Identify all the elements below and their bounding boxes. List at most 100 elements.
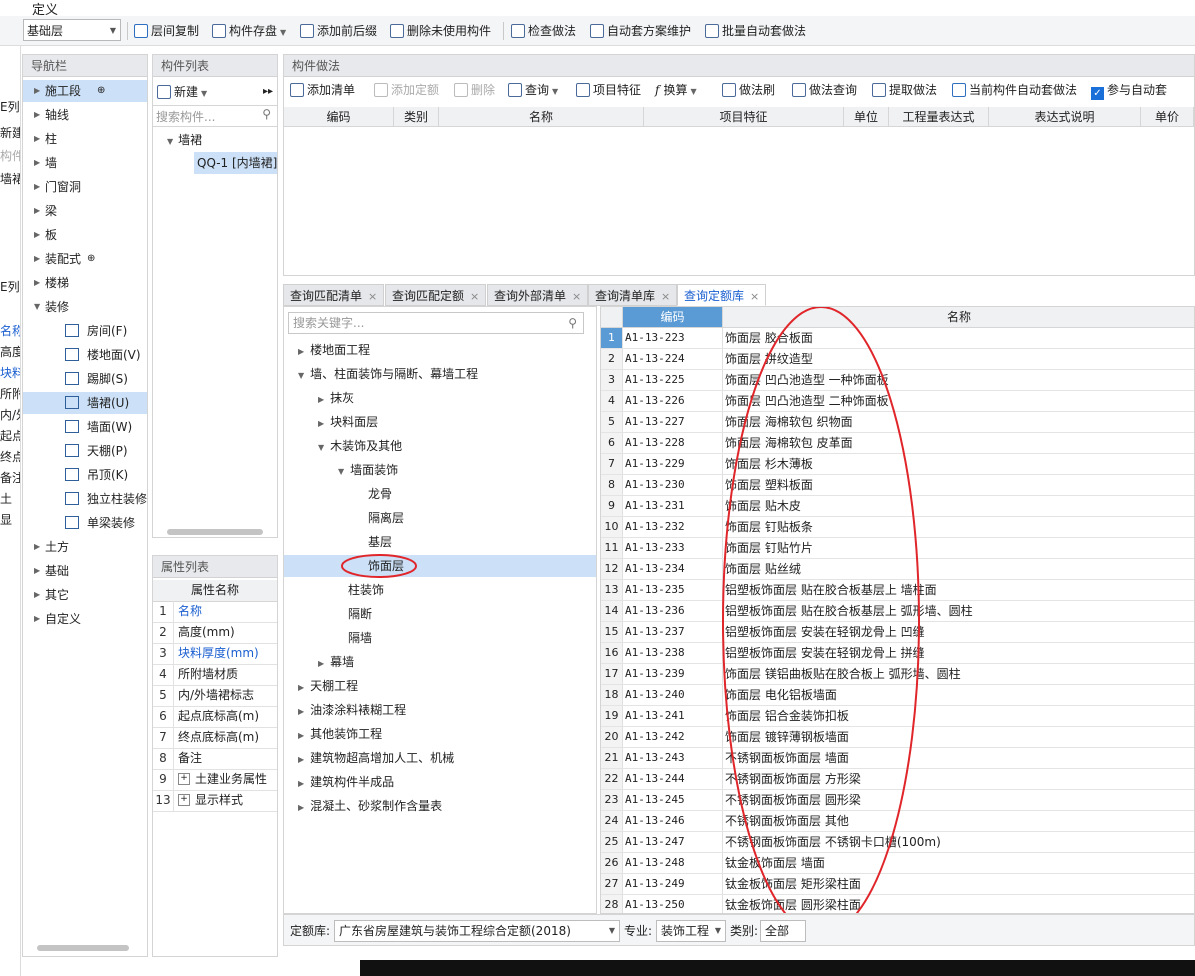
tree-node[interactable]: ▼ 墙面装饰: [338, 459, 398, 481]
nav-item-wall[interactable]: ▶ 墙: [23, 152, 147, 174]
nav-scrollbar[interactable]: [37, 945, 129, 951]
column-header[interactable]: 类别: [394, 107, 439, 127]
nav-item-custom[interactable]: ▶ 自定义: [23, 608, 147, 630]
delete-unused-button[interactable]: 删除未使用构件: [390, 22, 491, 40]
property-row[interactable]: 2 高度(mm): [153, 622, 277, 644]
nav-item-stairs[interactable]: ▶ 楼梯: [23, 272, 147, 294]
column-header[interactable]: 名称: [439, 107, 644, 127]
tree-node[interactable]: ▶ 幕墙: [318, 651, 354, 673]
column-header[interactable]: 表达式说明: [989, 107, 1141, 127]
type-select[interactable]: 全部: [760, 920, 806, 942]
batch-auto-apply-button[interactable]: 批量自动套做法: [705, 22, 806, 40]
extract-method-button[interactable]: 提取做法: [872, 79, 937, 101]
component-list-scrollbar[interactable]: [167, 529, 263, 535]
tree-node[interactable]: ▶ 混凝土、砂浆制作含量表: [298, 795, 442, 817]
nav-item-decoration[interactable]: ▼ 装修: [23, 296, 147, 318]
participate-auto-checkbox[interactable]: ✓ 参与自动套: [1091, 79, 1167, 101]
tree-leaf[interactable]: 隔墙: [348, 627, 372, 649]
nav-item-door-window[interactable]: ▶ 门窗洞: [23, 176, 147, 198]
nav-sub-column-decoration[interactable]: 独立柱装修: [23, 488, 147, 510]
close-icon[interactable]: ×: [470, 290, 479, 303]
property-row-expandable[interactable]: 13 + 显示样式: [153, 790, 277, 812]
close-icon[interactable]: ×: [368, 290, 377, 303]
new-component-button[interactable]: 新建 ▼: [157, 82, 207, 102]
more-icon[interactable]: ▸▸: [263, 82, 273, 102]
component-group-dado[interactable]: ▼ 墙裙: [167, 129, 202, 153]
tab-quota-library[interactable]: 查询定额库 ×: [677, 284, 767, 306]
tree-node[interactable]: ▶ 天棚工程: [298, 675, 358, 697]
property-row-expandable[interactable]: 9 + 土建业务属性: [153, 769, 277, 791]
add-bill-button[interactable]: 添加清单: [290, 79, 355, 101]
nav-sub-ceiling[interactable]: 天棚(P): [23, 440, 147, 462]
major-select[interactable]: 装饰工程 ▼: [656, 920, 726, 942]
property-row[interactable]: 3 块料厚度(mm): [153, 643, 277, 665]
tab-match-quota[interactable]: 查询匹配定额 ×: [385, 284, 487, 306]
column-header[interactable]: 编码: [284, 107, 394, 127]
nav-item-construction-section[interactable]: ▶ 施工段 ⊕: [23, 80, 147, 102]
tree-node[interactable]: ▶ 建筑物超高增加人工、机械: [298, 747, 454, 769]
property-row[interactable]: 5 内/外墙裙标志: [153, 685, 277, 707]
column-header[interactable]: 单价: [1141, 107, 1194, 127]
nav-item-axis[interactable]: ▶ 轴线: [23, 104, 147, 126]
current-auto-apply-button[interactable]: 当前构件自动套做法: [952, 79, 1077, 101]
nav-item-other[interactable]: ▶ 其它: [23, 584, 147, 606]
nav-sub-dado[interactable]: 墙裙(U): [23, 392, 147, 414]
column-header[interactable]: 项目特征: [644, 107, 844, 127]
property-row[interactable]: 8 备注: [153, 748, 277, 770]
floor-select[interactable]: 基础层 ▼: [23, 19, 121, 41]
nav-sub-wall-surface[interactable]: 墙面(W): [23, 416, 147, 438]
tree-leaf[interactable]: 隔离层: [368, 507, 404, 529]
delete-button[interactable]: 删除: [454, 79, 495, 101]
search-icon[interactable]: ⚲: [568, 313, 577, 333]
tree-leaf-selected[interactable]: 饰面层: [284, 555, 596, 577]
quota-library-select[interactable]: 广东省房屋建筑与装饰工程综合定额(2018) ▼: [334, 920, 620, 942]
tree-leaf[interactable]: 隔断: [348, 603, 372, 625]
property-row[interactable]: 6 起点底标高(m): [153, 706, 277, 728]
method-brush-button[interactable]: 做法刷: [722, 79, 775, 101]
column-header[interactable]: 单位: [844, 107, 889, 127]
nav-item-beam[interactable]: ▶ 梁: [23, 200, 147, 222]
check-method-button[interactable]: 检查做法: [511, 22, 576, 40]
column-header[interactable]: 工程量表达式: [889, 107, 989, 127]
component-search[interactable]: 搜索构件... ⚲: [153, 105, 277, 127]
copy-between-floors-button[interactable]: 层间复制: [134, 22, 199, 40]
nav-sub-beam-decoration[interactable]: 单梁装修: [23, 512, 147, 534]
component-item-qq1[interactable]: QQ-1 [内墙裙]: [194, 152, 277, 174]
tree-node[interactable]: ▶ 楼地面工程: [298, 339, 370, 361]
column-header-code[interactable]: 编码: [623, 307, 723, 328]
search-icon[interactable]: ⚲: [262, 107, 271, 121]
tree-search-input[interactable]: 搜索关键字... ⚲: [288, 312, 584, 334]
property-row[interactable]: 4 所附墙材质: [153, 664, 277, 686]
query-button[interactable]: 查询 ▼: [508, 79, 558, 101]
tree-node[interactable]: ▶ 抹灰: [318, 387, 354, 409]
nav-item-slab[interactable]: ▶ 板: [23, 224, 147, 246]
tree-leaf[interactable]: 柱装饰: [348, 579, 384, 601]
item-feature-button[interactable]: 项目特征: [576, 79, 641, 101]
add-prefix-suffix-button[interactable]: 添加前后缀: [300, 22, 377, 40]
convert-button[interactable]: f 换算 ▼: [655, 79, 697, 101]
tab-bill-library[interactable]: 查询清单库 ×: [588, 284, 678, 306]
save-component-button[interactable]: 构件存盘 ▼: [212, 22, 286, 40]
tab-match-bill[interactable]: 查询匹配清单 ×: [283, 284, 385, 306]
tree-node[interactable]: ▶ 块料面层: [318, 411, 378, 433]
close-icon[interactable]: ×: [572, 290, 581, 303]
property-row[interactable]: 7 终点底标高(m): [153, 727, 277, 749]
nav-item-prefab[interactable]: ▶ 装配式 ⊕: [23, 248, 147, 270]
tree-node[interactable]: ▶ 油漆涂料裱糊工程: [298, 699, 406, 721]
expand-plus-icon[interactable]: +: [178, 773, 190, 785]
property-row[interactable]: 1 名称: [153, 601, 277, 623]
tree-node[interactable]: ▼ 墙、柱面装饰与隔断、幕墙工程: [298, 363, 478, 385]
nav-sub-room[interactable]: 房间(F): [23, 320, 147, 342]
method-query-button[interactable]: 做法查询: [792, 79, 857, 101]
nav-item-column[interactable]: ▶ 柱: [23, 128, 147, 150]
nav-sub-floor[interactable]: 楼地面(V): [23, 344, 147, 366]
tab-external-bill[interactable]: 查询外部清单 ×: [487, 284, 589, 306]
close-icon[interactable]: ×: [661, 290, 670, 303]
expand-plus-icon[interactable]: +: [178, 794, 190, 806]
tree-leaf[interactable]: 龙骨: [368, 483, 392, 505]
tree-node[interactable]: ▶ 其他装饰工程: [298, 723, 382, 745]
nav-sub-skirting[interactable]: 踢脚(S): [23, 368, 147, 390]
tree-node[interactable]: ▶ 建筑构件半成品: [298, 771, 394, 793]
tree-node[interactable]: ▼ 木装饰及其他: [318, 435, 402, 457]
nav-sub-suspended-ceiling[interactable]: 吊顶(K): [23, 464, 147, 486]
